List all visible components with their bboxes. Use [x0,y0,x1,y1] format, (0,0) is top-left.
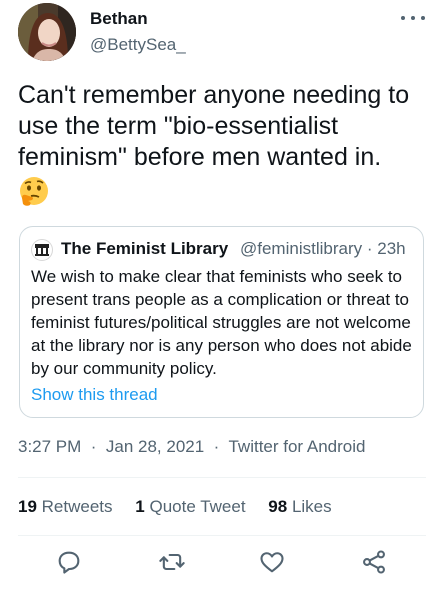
meta-separator: · [208,437,225,456]
quotes-count: 1 [135,497,145,516]
tweet-header: Bethan @BettySea_ [0,0,444,70]
retweet-icon[interactable] [158,548,188,578]
more-options-icon[interactable] [401,8,425,28]
action-bar [0,548,444,584]
reply-icon[interactable] [55,548,85,578]
share-icon[interactable] [360,548,390,578]
quoted-text: We wish to make clear that feminists who… [31,267,412,378]
quoted-separator: · [366,239,373,258]
quoted-avatar[interactable] [31,239,53,261]
tweet-text: Can't remember anyone needing to use the… [18,81,417,171]
quoted-tweet[interactable]: The Feminist Library @feministlibrary · … [19,226,424,418]
tweet-stats: 19 Retweets 1 Quote Tweet 98 Likes [18,497,350,517]
quoted-display-name[interactable]: The Feminist Library [61,239,228,259]
tweet-date[interactable]: Jan 28, 2021 [106,437,204,456]
like-icon[interactable] [258,548,288,578]
quotes-label: Quote Tweet [149,497,246,516]
tweet-timestamp: 3:27 PM · Jan 28, 2021 · Twitter for And… [18,437,365,457]
retweets-count: 19 [18,497,37,516]
likes-stat[interactable]: 98 Likes [268,497,331,516]
retweets-stat[interactable]: 19 Retweets [18,497,117,516]
author-handle[interactable]: @BettySea_ [90,35,186,55]
quoted-handle[interactable]: @feministlibrary [240,239,362,258]
quotes-stat[interactable]: 1 Quote Tweet [135,497,250,516]
show-thread-link[interactable]: Show this thread [31,385,158,405]
likes-count: 98 [268,497,288,516]
quoted-meta: @feministlibrary · 23h [240,239,406,259]
likes-label: Likes [291,497,332,516]
divider [18,535,426,536]
avatar[interactable] [18,3,76,61]
thinking-face-emoji [18,176,50,208]
retweets-label: Retweets [41,497,113,516]
divider [18,477,426,478]
meta-separator: · [86,437,102,456]
author-display-name[interactable]: Bethan [90,9,148,29]
tweet-time[interactable]: 3:27 PM [18,437,81,456]
quoted-time: 23h [377,239,406,258]
tweet-source[interactable]: Twitter for Android [228,437,365,456]
